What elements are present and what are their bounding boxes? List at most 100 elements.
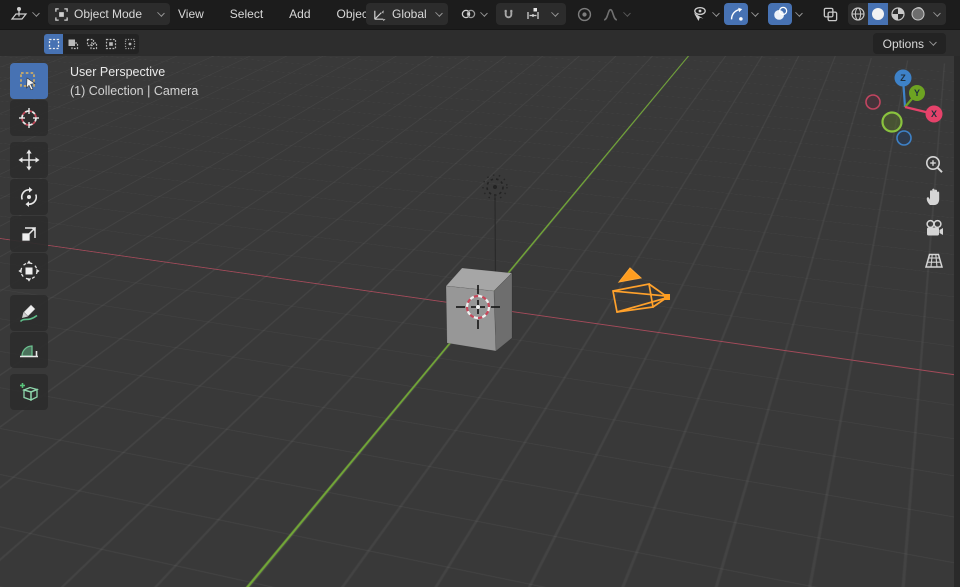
x-axis-line [0, 134, 960, 587]
chevron-down-icon [751, 9, 759, 17]
chevron-down-icon [795, 9, 803, 17]
collection-breadcrumb: (1) Collection | Camera [70, 84, 198, 98]
gizmo-z-label: Z [900, 73, 906, 83]
object-type-visibility-button[interactable] [684, 3, 725, 25]
show-overlays-toggle[interactable] [768, 3, 792, 25]
tool-transform[interactable] [10, 253, 48, 289]
overlays-dropdown[interactable] [793, 3, 805, 25]
transform-orientation-icon [372, 7, 387, 22]
shading-material-icon [890, 6, 906, 22]
select-subtract-icon [86, 38, 98, 50]
gizmo-neg-y-ball[interactable] [883, 113, 902, 132]
select-mode-invert[interactable] [101, 34, 120, 54]
snap-dropdown[interactable] [546, 3, 564, 25]
chevron-down-icon [712, 9, 720, 17]
shading-dropdown[interactable] [928, 3, 946, 25]
shading-rendered-button[interactable] [908, 3, 928, 25]
toggle-xray-button[interactable] [818, 3, 842, 25]
select-mode-set[interactable] [44, 34, 63, 54]
chevron-down-icon [933, 9, 941, 17]
mode-selector[interactable]: Object Mode [48, 3, 170, 25]
tool-rotate[interactable] [10, 179, 48, 215]
tool-select-box[interactable] [10, 63, 48, 99]
select-set-icon [48, 38, 60, 50]
viewport-header: Object Mode View Select Add Object Globa… [0, 0, 960, 29]
select-mode-extend[interactable] [63, 34, 82, 54]
transform-icon [18, 260, 40, 282]
pivot-point-icon [460, 6, 476, 22]
gizmo-neg-z-ball[interactable] [897, 131, 911, 145]
zoom-button[interactable] [920, 151, 948, 179]
tool-shelf [10, 63, 48, 411]
editor-type-button[interactable] [4, 3, 45, 25]
shading-mode-group [848, 3, 946, 25]
chevron-down-icon [929, 38, 937, 46]
select-mode-group [44, 34, 139, 54]
snap-magnet-icon [501, 7, 516, 22]
show-gizmo-toggle[interactable] [724, 3, 748, 25]
select-extend-icon [67, 38, 79, 50]
chevron-down-icon [435, 9, 443, 17]
editor-type-3d-viewport-icon [10, 5, 28, 23]
tool-settings-bar: Options [0, 29, 960, 56]
options-button[interactable]: Options [873, 33, 946, 54]
options-button-label: Options [883, 37, 924, 51]
select-mode-intersect[interactable] [120, 34, 139, 54]
toggle-ortho-icon [922, 249, 946, 273]
menu-select[interactable]: Select [222, 3, 271, 25]
menu-view[interactable]: View [170, 3, 212, 25]
camera-view-button[interactable] [920, 215, 948, 243]
measure-icon [18, 339, 40, 361]
toggle-xray-icon [822, 6, 839, 23]
3d-viewport[interactable] [0, 56, 960, 587]
viewport-nav-controls [920, 151, 948, 279]
menu-add[interactable]: Add [281, 3, 318, 25]
mode-selector-label: Object Mode [74, 7, 153, 21]
gizmo-dropdown[interactable] [749, 3, 761, 25]
shading-wireframe-icon [850, 6, 866, 22]
navigation-gizmo[interactable]: Z Y X [860, 62, 952, 154]
orientation-selector-label: Global [392, 7, 431, 21]
shading-solid-icon [870, 6, 886, 22]
tool-scale[interactable] [10, 216, 48, 252]
move-icon [18, 149, 40, 171]
gizmo-x-label: X [931, 109, 937, 119]
gizmo-y-label: Y [914, 88, 920, 98]
camera-view-icon [922, 217, 946, 241]
shading-wireframe-button[interactable] [848, 3, 868, 25]
pivot-point-button[interactable] [454, 3, 493, 25]
snap-target-button[interactable] [520, 3, 546, 25]
shading-material-button[interactable] [888, 3, 908, 25]
chevron-down-icon [480, 9, 488, 17]
snap-toggle[interactable] [496, 3, 520, 25]
show-overlays-icon [772, 6, 788, 22]
tool-annotate[interactable] [10, 295, 48, 331]
select-invert-icon [105, 38, 117, 50]
shading-solid-button[interactable] [868, 3, 888, 25]
tool-measure[interactable] [10, 332, 48, 368]
snap-increment-icon [525, 6, 541, 22]
grid-floor [0, 56, 960, 587]
annotate-icon [18, 302, 40, 324]
proportional-editing-toggle[interactable] [572, 3, 597, 25]
chevron-down-icon [32, 9, 40, 17]
zoom-icon [922, 153, 946, 177]
orientation-selector[interactable]: Global [366, 3, 448, 25]
object-type-visibility-icon [690, 5, 708, 23]
chevron-down-icon [623, 9, 631, 17]
shading-rendered-icon [910, 6, 926, 22]
view-perspective-label: User Perspective [70, 65, 165, 79]
select-intersect-icon [124, 38, 136, 50]
tool-add-cube[interactable] [10, 374, 48, 410]
viewport-right-edge [954, 56, 960, 587]
gizmo-neg-x-ball[interactable] [866, 95, 880, 109]
toggle-ortho-button[interactable] [920, 247, 948, 275]
pan-button[interactable] [920, 183, 948, 211]
cursor-tool-icon [18, 107, 40, 129]
chevron-down-icon [551, 9, 559, 17]
rotate-icon [18, 186, 40, 208]
tool-cursor[interactable] [10, 100, 48, 136]
tool-move[interactable] [10, 142, 48, 178]
select-mode-subtract[interactable] [82, 34, 101, 54]
falloff-curve-button[interactable] [598, 3, 634, 25]
